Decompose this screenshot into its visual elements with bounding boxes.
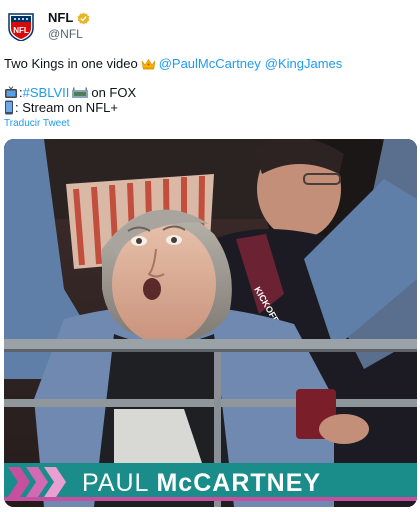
translate-tweet-link[interactable]: Traducir Tweet <box>4 118 70 129</box>
mention-paul-mccartney[interactable]: @PaulMcCartney <box>159 56 261 71</box>
name-lower-third: PAUL McCARTNEY <box>4 463 417 501</box>
tweet-line-1: Two Kings in one video @PaulMcCartney @K… <box>4 56 342 71</box>
account-handle[interactable]: @NFL <box>48 26 90 42</box>
crown-icon <box>141 58 156 69</box>
tv-icon <box>5 85 17 98</box>
tweet-video[interactable]: KICKOFF PAUL McCARTNEY <box>4 139 417 507</box>
tweet-line-3: : Stream on NFL+ <box>4 100 118 115</box>
verified-badge-icon <box>77 11 90 25</box>
lower-third-name: PAUL McCARTNEY <box>82 469 321 498</box>
tweet-line-2: : #SBLVII on FOX <box>4 85 136 100</box>
tweet-stream-text: : Stream on NFL+ <box>15 100 118 115</box>
video-frame-image: KICKOFF <box>4 139 417 507</box>
hashtag-sblvii[interactable]: #SBLVII <box>23 85 70 100</box>
tweet-header: NFL NFL @NFL <box>8 10 90 42</box>
stadium-icon <box>72 87 89 98</box>
tweet-text: Two Kings in one video <box>4 56 138 71</box>
account-name[interactable]: NFL <box>48 10 73 26</box>
lower-third-first-name: PAUL <box>82 469 149 497</box>
tweet-on-fox: on FOX <box>91 85 137 100</box>
mention-king-james[interactable]: @KingJames <box>265 56 343 71</box>
lower-third-last-name: McCARTNEY <box>156 469 322 497</box>
svg-text:NFL: NFL <box>13 26 29 35</box>
mobile-phone-icon <box>5 100 13 115</box>
nfl-shield-icon[interactable]: NFL <box>8 11 34 41</box>
